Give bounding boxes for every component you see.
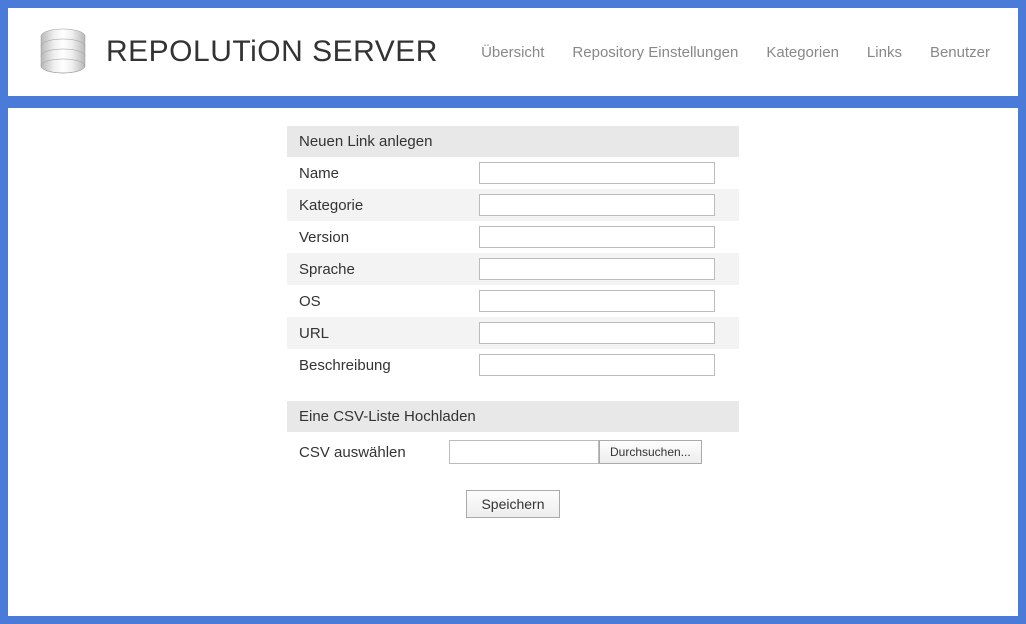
nav-links[interactable]: Links xyxy=(867,44,902,61)
row-os: OS xyxy=(287,285,739,317)
nav-categories[interactable]: Kategorien xyxy=(766,44,839,61)
fields-group: Name Kategorie Version Sprache OS URL xyxy=(287,157,739,381)
input-description[interactable] xyxy=(479,354,715,376)
input-url[interactable] xyxy=(479,322,715,344)
browse-button[interactable]: Durchsuchen... xyxy=(599,440,702,464)
label-version: Version xyxy=(299,229,479,246)
row-language: Sprache xyxy=(287,253,739,285)
label-url: URL xyxy=(299,325,479,342)
row-version: Version xyxy=(287,221,739,253)
row-description: Beschreibung xyxy=(287,349,739,381)
submit-wrap: Speichern xyxy=(287,490,739,518)
label-language: Sprache xyxy=(299,261,479,278)
label-category: Kategorie xyxy=(299,197,479,214)
section-header-csv: Eine CSV-Liste Hochladen xyxy=(287,401,739,432)
content-area: Neuen Link anlegen Name Kategorie Versio… xyxy=(8,108,1018,616)
input-language[interactable] xyxy=(479,258,715,280)
label-csv: CSV auswählen xyxy=(299,444,449,461)
new-link-form: Neuen Link anlegen Name Kategorie Versio… xyxy=(287,126,739,518)
row-name: Name xyxy=(287,157,739,189)
save-button[interactable]: Speichern xyxy=(466,490,559,518)
label-description: Beschreibung xyxy=(299,357,479,374)
label-name: Name xyxy=(299,165,479,182)
input-os[interactable] xyxy=(479,290,715,312)
header: REPOLUTiON SERVER Übersicht Repository E… xyxy=(8,8,1018,96)
input-category[interactable] xyxy=(479,194,715,216)
section-header-new-link: Neuen Link anlegen xyxy=(287,126,739,157)
nav-repo-settings[interactable]: Repository Einstellungen xyxy=(572,44,738,61)
row-csv: CSV auswählen Durchsuchen... xyxy=(287,432,739,472)
label-os: OS xyxy=(299,293,479,310)
nav-overview[interactable]: Übersicht xyxy=(481,44,544,61)
logo-wrap: REPOLUTiON SERVER xyxy=(36,25,438,79)
input-version[interactable] xyxy=(479,226,715,248)
row-url: URL xyxy=(287,317,739,349)
main-nav: Übersicht Repository Einstellungen Kateg… xyxy=(481,44,990,61)
input-csv-path[interactable] xyxy=(449,440,599,464)
nav-users[interactable]: Benutzer xyxy=(930,44,990,61)
input-name[interactable] xyxy=(479,162,715,184)
brand-title: REPOLUTiON SERVER xyxy=(106,35,438,69)
row-category: Kategorie xyxy=(287,189,739,221)
database-icon xyxy=(36,25,90,79)
